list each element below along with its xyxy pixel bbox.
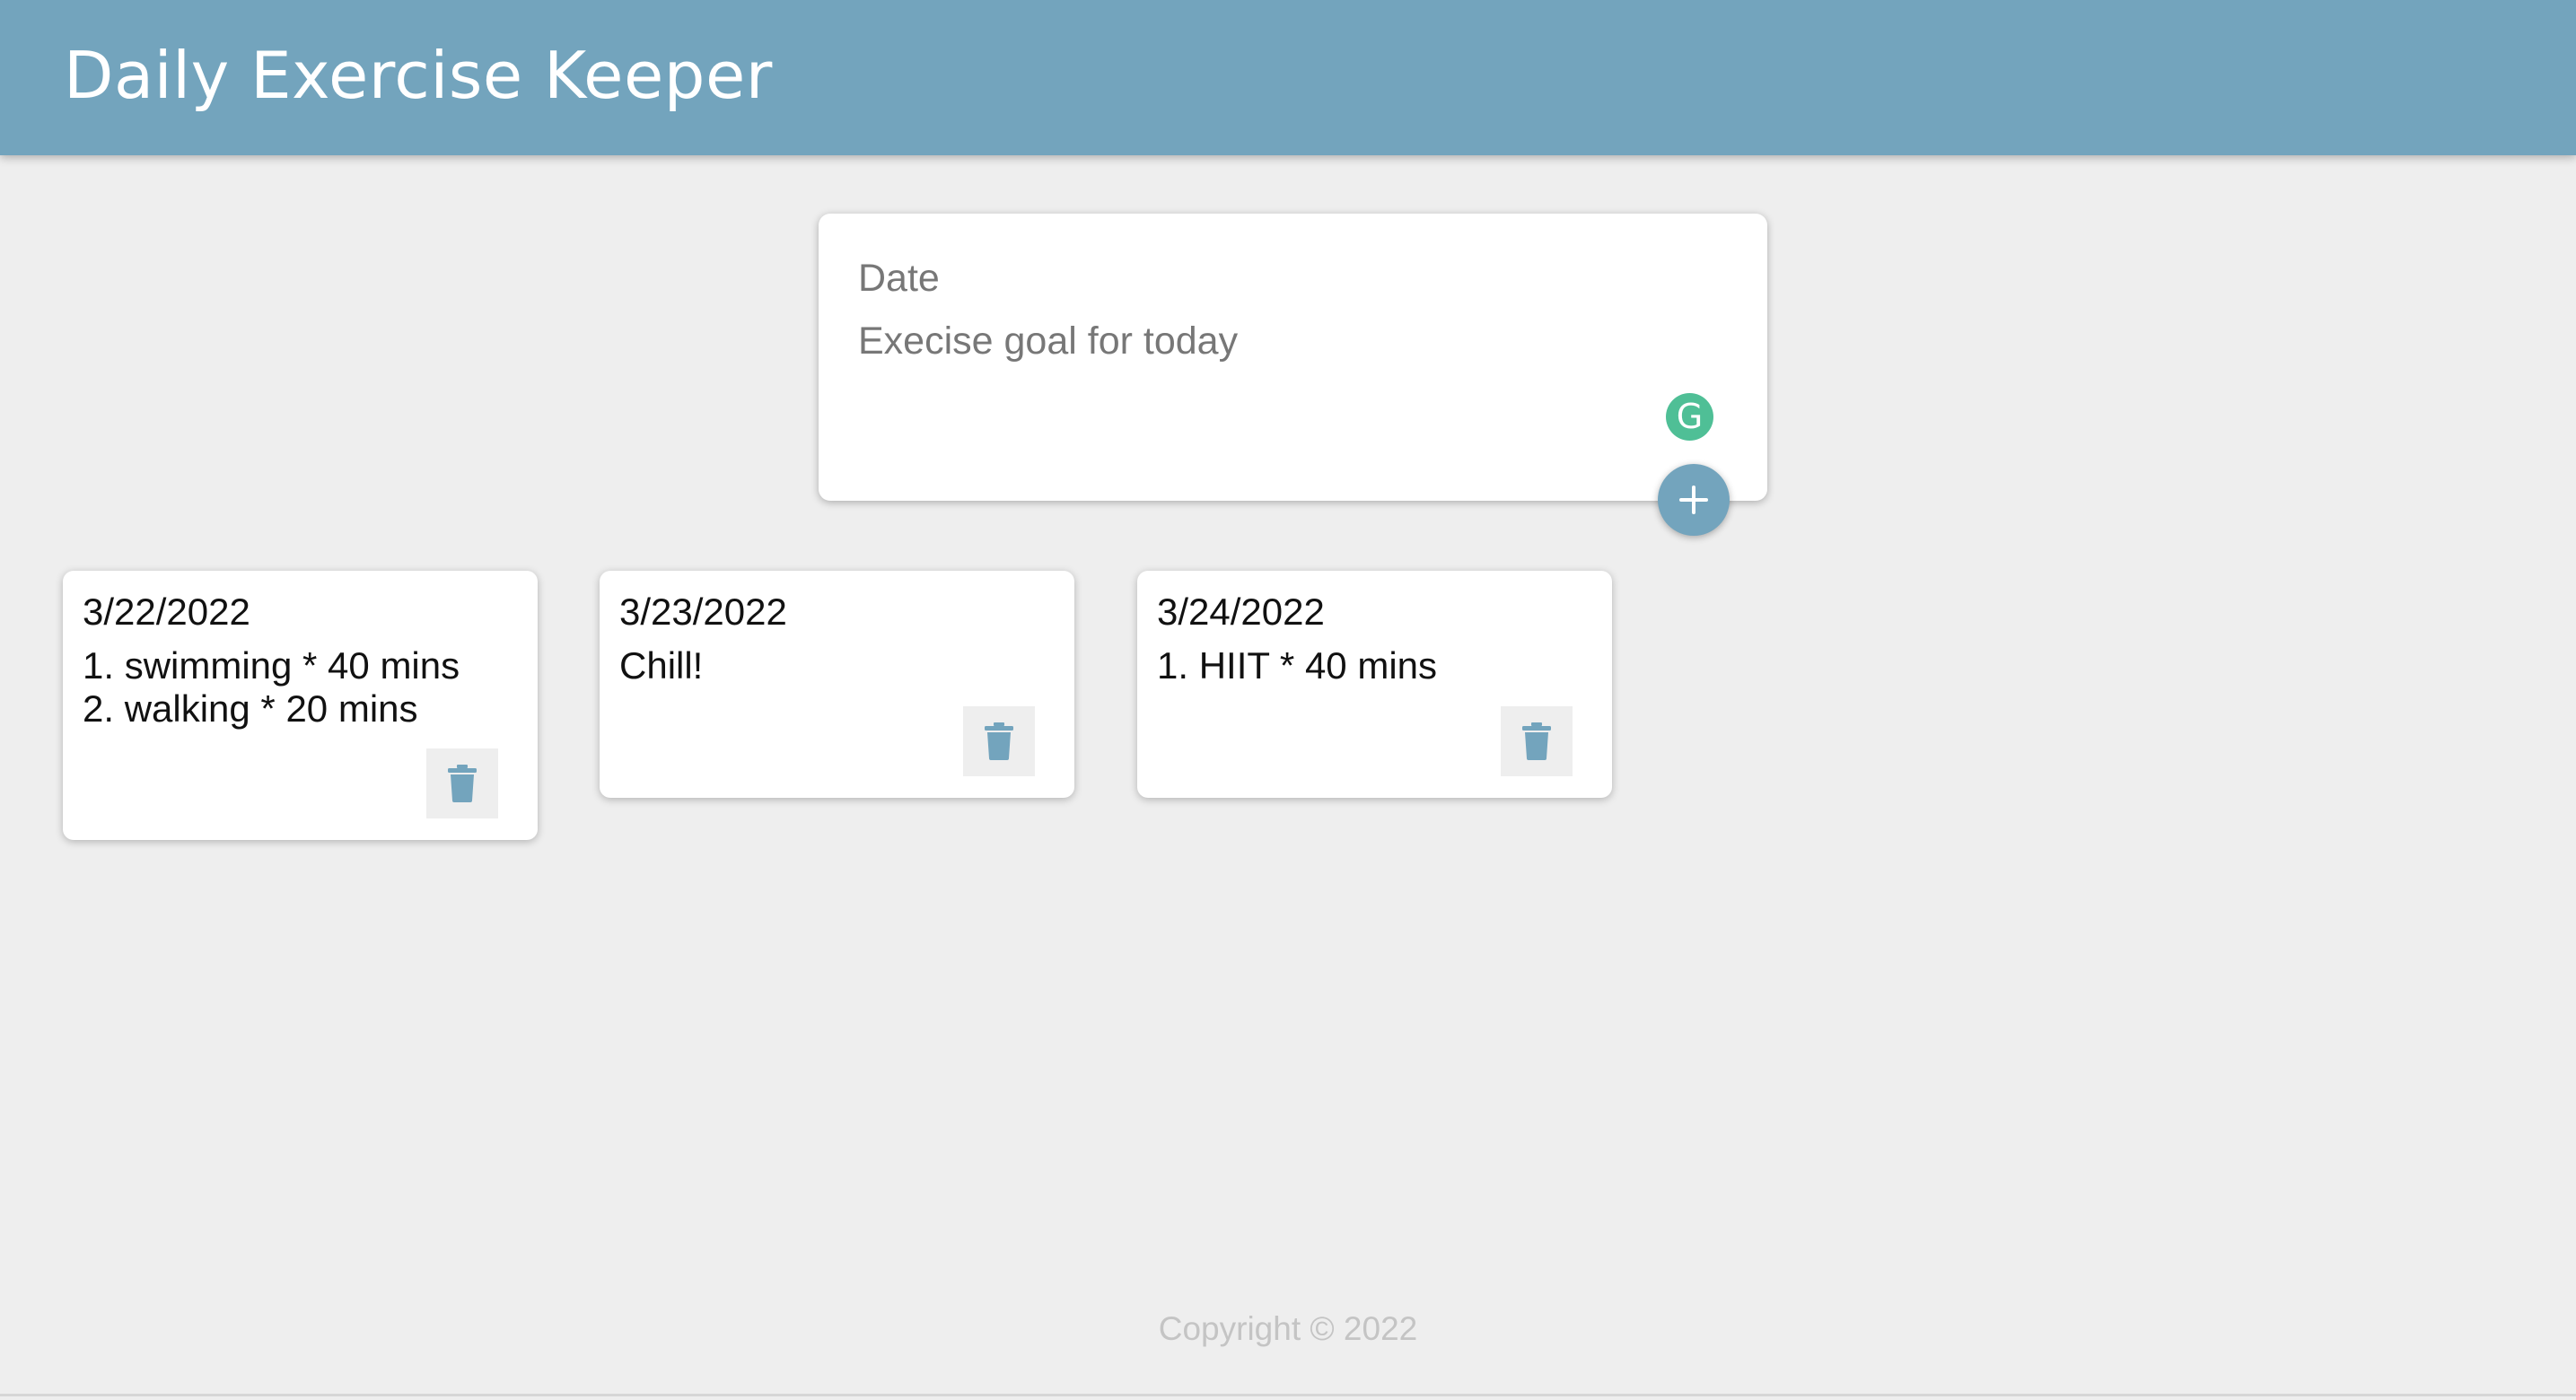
date-input[interactable] [858, 249, 1666, 307]
note-card: 3/22/2022 1. swimming * 40 mins 2. walki… [63, 571, 538, 840]
app-header: Daily Exercise Keeper [0, 0, 2576, 155]
note-line: Chill! [619, 644, 704, 687]
trash-icon [1522, 722, 1551, 760]
note-line: 1. swimming * 40 mins [83, 644, 460, 687]
trash-icon [985, 722, 1013, 760]
create-note-form: G [819, 214, 1767, 501]
note-date: 3/22/2022 [83, 591, 250, 633]
note-content: 1. HIIT * 40 mins [1157, 644, 1437, 687]
note-card: 3/23/2022 Chill! [600, 571, 1074, 798]
copyright-text: Copyright © 2022 [1158, 1310, 1418, 1347]
delete-note-button[interactable] [1501, 706, 1573, 776]
note-line: 1. HIIT * 40 mins [1157, 644, 1438, 687]
note-date: 3/23/2022 [619, 591, 787, 633]
bottom-divider [0, 1394, 2576, 1396]
note-card: 3/24/2022 1. HIIT * 40 mins [1137, 571, 1612, 798]
note-content: Chill! [619, 644, 703, 687]
exercise-goal-input[interactable] [858, 312, 1666, 370]
note-content: 1. swimming * 40 mins 2. walking * 20 mi… [83, 644, 460, 731]
delete-note-button[interactable] [426, 748, 498, 818]
note-line: 2. walking * 20 mins [83, 687, 418, 730]
footer: Copyright © 2022 [0, 1310, 2576, 1348]
trash-icon [448, 765, 477, 802]
add-note-button[interactable] [1658, 464, 1730, 536]
delete-note-button[interactable] [963, 706, 1035, 776]
grammarly-icon[interactable]: G [1666, 393, 1713, 441]
note-date: 3/24/2022 [1157, 591, 1325, 633]
app-title: Daily Exercise Keeper [64, 38, 773, 113]
